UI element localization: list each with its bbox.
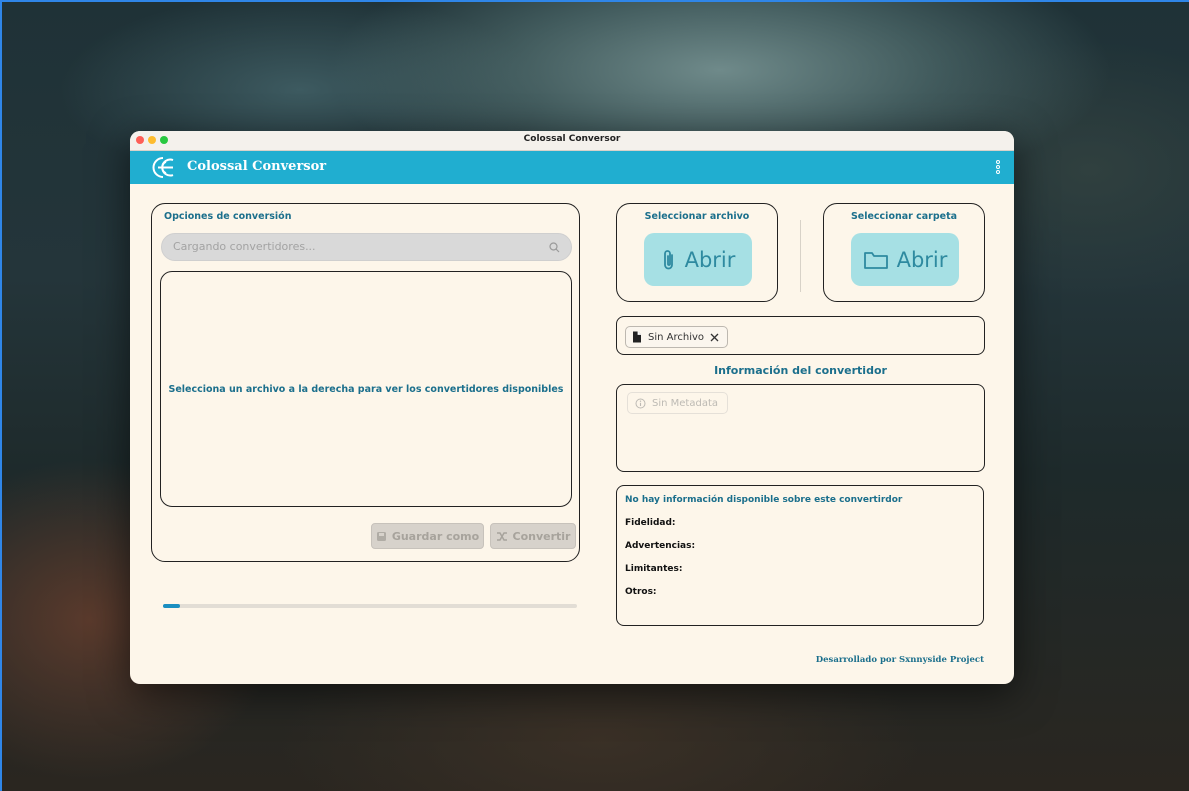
others-label: Otros: <box>625 587 657 597</box>
app-header: Colossal Conversor <box>130 151 1014 184</box>
kebab-icon[interactable] <box>996 160 1002 176</box>
conversion-progress-bar <box>163 604 577 608</box>
close-icon[interactable] <box>710 333 719 342</box>
metadata-chip: Sin Metadata <box>627 392 728 414</box>
app-name: Colossal Conversor <box>187 159 327 174</box>
select-file-label: Seleccionar archivo <box>644 211 750 222</box>
converter-list: Selecciona un archivo a la derecha para … <box>160 271 572 507</box>
convert-label: Convertir <box>512 529 571 543</box>
save-as-label: Guardar como <box>391 529 480 543</box>
folder-icon <box>863 251 888 269</box>
open-file-button[interactable]: Abrir <box>644 233 752 286</box>
select-file-panel: Seleccionar archivo Abrir <box>616 203 778 302</box>
file-icon <box>633 331 641 343</box>
footer-credit: Desarrollado por Sxnnyside Project <box>815 655 984 665</box>
app-window: Colossal Conversor Colossal Conversor Op… <box>130 131 1014 684</box>
selector-divider <box>800 220 801 292</box>
open-file-label: Abrir <box>684 247 736 272</box>
title-bar: Colossal Conversor <box>130 131 1014 151</box>
fidelity-label: Fidelidad: <box>625 518 676 528</box>
save-icon <box>376 531 386 541</box>
app-logo-icon <box>152 157 174 178</box>
converter-info-title: Información del convertidor <box>714 364 887 377</box>
select-folder-panel: Seleccionar carpeta Abrir <box>823 203 985 302</box>
metadata-panel: Sin Metadata <box>616 384 985 472</box>
open-folder-label: Abrir <box>896 247 948 272</box>
converter-details-panel: No hay información disponible sobre este… <box>616 485 984 626</box>
save-as-button[interactable]: Guardar como <box>371 523 484 549</box>
convert-button[interactable]: Convertir <box>490 523 576 549</box>
select-folder-label: Seleccionar carpeta <box>850 211 958 222</box>
file-chip-label: Sin Archivo <box>648 331 705 343</box>
details-title: No hay información disponible sobre este… <box>625 495 903 505</box>
metadata-chip-label: Sin Metadata <box>652 397 718 409</box>
conversion-options-heading: Opciones de conversión <box>164 211 292 222</box>
shuffle-icon <box>496 531 507 541</box>
selected-file-panel: Sin Archivo <box>616 316 985 355</box>
limits-label: Limitantes: <box>625 564 683 574</box>
progress-fill <box>163 604 180 608</box>
converter-search-input[interactable]: Cargando convertidores... <box>161 233 572 261</box>
file-chip[interactable]: Sin Archivo <box>625 326 729 348</box>
info-icon <box>635 398 646 408</box>
window-title: Colossal Conversor <box>523 134 621 144</box>
search-icon <box>549 242 560 253</box>
search-placeholder: Cargando convertidores... <box>173 240 316 253</box>
open-folder-button[interactable]: Abrir <box>851 233 959 286</box>
conversion-options-panel: Opciones de conversión Cargando converti… <box>151 203 580 562</box>
warnings-label: Advertencias: <box>625 541 696 551</box>
paperclip-icon <box>663 249 673 269</box>
empty-converters-message: Selecciona un archivo a la derecha para … <box>168 384 564 395</box>
